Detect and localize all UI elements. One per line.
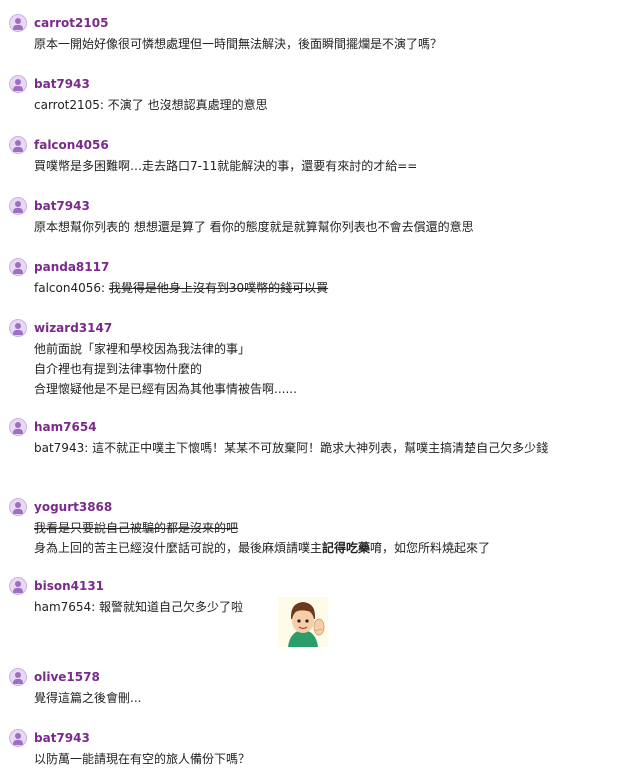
username[interactable]: panda8117 [34,259,109,275]
comment-text: 買噗幣是多困難啊…走去路口7-11就能解決的事，還要有來討的才給== [34,159,418,173]
username[interactable]: bat7943 [34,198,90,214]
comment-body: 他前面說「家裡和學校因為我法律的事」 自介裡也有提到法律事物什麼的 合理懷疑他是… [34,339,624,399]
username[interactable]: ham7654 [34,419,97,435]
avatar[interactable] [9,319,27,337]
strikethrough-text: 我看是只要說自己被騙的都是沒來的吧 [34,521,239,535]
comment-body: 原本一開始好像很可憐想處理但一時間無法解決，後面瞬間擺爛是不演了嗎？ [34,34,624,54]
avatar[interactable] [9,729,27,747]
avatar[interactable] [9,75,27,93]
avatar[interactable] [9,136,27,154]
avatar[interactable] [9,668,27,686]
comment-text: carrot2105: 不演了 也沒想認真處理的意思 [34,98,268,112]
comment-body: ham7654: 報警就知道自己欠多少了啦 [34,597,624,647]
comment-text: 以防萬一能請現在有空的旅人備份下嗎？ [34,752,251,766]
comment-body: falcon4056: 我覺得是他身上沒有到30噗幣的錢可以買 [34,278,624,298]
comment-text: 身為上回的苦主已經沒什麼話可說的，最後麻煩請噗主記得吃藥唷，如您所料燒起來了 [34,538,624,558]
comment-text: 原本想幫你列表的 想想還是算了 看你的態度就是就算幫你列表也不會去償還的意思 [34,220,474,234]
strikethrough-text: 我覺得是他身上沒有到30噗幣的錢可以買 [108,281,329,295]
reply-mention: falcon4056: [34,281,109,295]
comment-body: 我看是只要說自己被騙的都是沒來的吧 身為上回的苦主已經沒什麼話可說的，最後麻煩請… [34,518,624,558]
username[interactable]: falcon4056 [34,137,109,153]
avatar[interactable] [9,498,27,516]
comment-body: 覺得這篇之後會刪... [34,688,624,708]
comment-body: 原本想幫你列表的 想想還是算了 看你的態度就是就算幫你列表也不會去償還的意思 [34,217,624,237]
comment-body: bat7943: 這不就正中噗主下懷嗎！某某不可放棄阿！跪求大神列表，幫噗主搞清… [34,438,624,458]
comment-text: 自介裡也有提到法律事物什麼的 [34,362,203,376]
waving-sticker-icon [278,597,328,647]
username[interactable]: olive1578 [34,669,100,685]
comment-text: 原本一開始好像很可憐想處理但一時間無法解決，後面瞬間擺爛是不演了嗎？ [34,37,443,51]
comment-text: 覺得這篇之後會刪... [34,691,142,705]
text-segment: 身為上回的苦主已經沒什麼話可說的，最後麻煩請噗主 [34,541,323,555]
avatar[interactable] [9,197,27,215]
username[interactable]: bat7943 [34,730,90,746]
username[interactable]: carrot2105 [34,15,108,31]
comment-text: 合理懷疑他是不是已經有因為其他事情被告啊...... [34,382,297,396]
comment-text: falcon4056: 我覺得是他身上沒有到30噗幣的錢可以買 [34,278,624,298]
username[interactable]: yogurt3868 [34,499,112,515]
comment-text: bat7943: 這不就正中噗主下懷嗎！某某不可放棄阿！跪求大神列表，幫噗主搞清… [34,441,549,455]
avatar[interactable] [9,14,27,32]
avatar[interactable] [9,577,27,595]
bold-text: 記得吃藥 [322,541,371,555]
comment-text: 他前面說「家裡和學校因為我法律的事」 [34,342,251,356]
comment-body: 買噗幣是多困難啊…走去路口7-11就能解決的事，還要有來討的才給== [34,156,624,176]
username[interactable]: bison4131 [34,578,104,594]
comment-text: 我看是只要說自己被騙的都是沒來的吧 [34,518,624,538]
comment-text: ham7654: 報警就知道自己欠多少了啦 [34,600,244,614]
comment-body: 以防萬一能請現在有空的旅人備份下嗎？ [34,749,624,769]
avatar[interactable] [9,258,27,276]
comment-thread: carrot2105 原本一開始好像很可憐想處理但一時間無法解決，後面瞬間擺爛是… [0,0,633,773]
username[interactable]: bat7943 [34,76,90,92]
comment-body: carrot2105: 不演了 也沒想認真處理的意思 [34,95,624,115]
avatar[interactable] [9,418,27,436]
username[interactable]: wizard3147 [34,320,112,336]
text-segment: 唷，如您所料燒起來了 [370,541,491,555]
